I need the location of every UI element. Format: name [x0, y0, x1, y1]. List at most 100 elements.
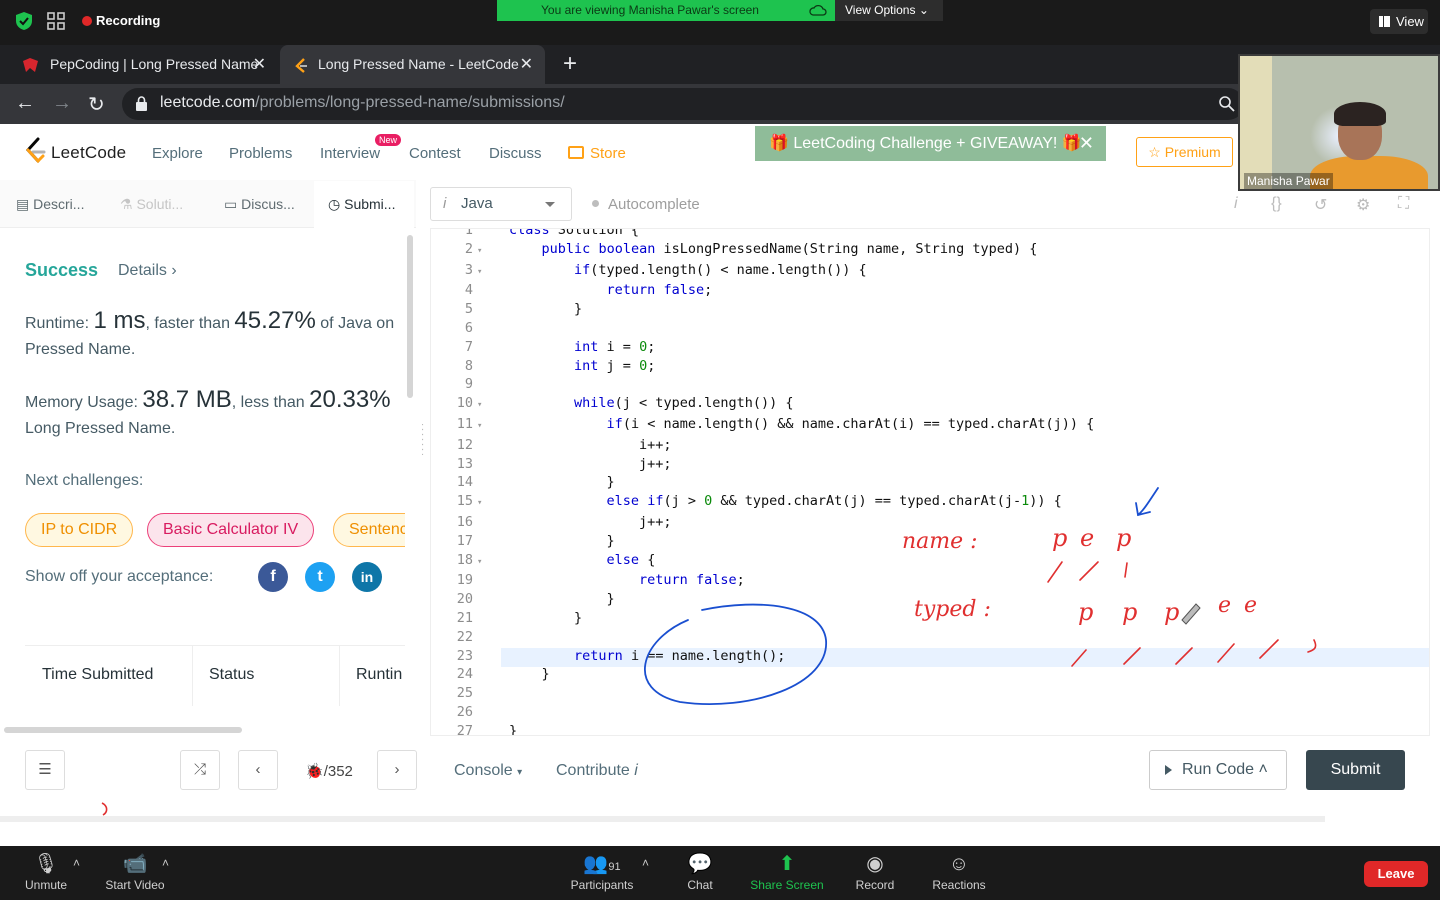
shuffle-icon[interactable]: ⤮ — [180, 750, 220, 790]
premium-button[interactable]: ☆ Premium — [1136, 137, 1233, 167]
chevron-up-icon[interactable]: ˄ — [642, 856, 649, 870]
leave-button[interactable]: Leave — [1364, 861, 1428, 887]
tab-solution[interactable]: ⚗ Soluti... — [120, 196, 183, 213]
next-problem-icon[interactable]: › — [377, 750, 417, 790]
zoom-magnifier-icon[interactable] — [1218, 95, 1235, 112]
vertical-scrollbar[interactable] — [407, 235, 413, 398]
nav-store[interactable]: Store — [568, 145, 626, 162]
fold-arrow-icon[interactable]: ▾ — [477, 263, 509, 282]
leetcode-favicon-icon — [295, 58, 307, 73]
twitter-icon[interactable]: t — [305, 562, 335, 592]
nav-contest[interactable]: Contest — [409, 145, 461, 162]
language-select[interactable]: i Java — [430, 187, 572, 221]
code-line: 8 int j = 0; — [431, 357, 1094, 376]
record-button[interactable]: ◉ Record — [852, 850, 898, 892]
nav-interview[interactable]: Interview — [320, 145, 380, 162]
fold-arrow-icon[interactable]: ▾ — [477, 553, 509, 572]
autocomplete-toggle[interactable]: Autocomplete — [592, 196, 700, 213]
info-icon[interactable]: i — [1234, 195, 1238, 213]
code-line: 21 } — [431, 609, 1094, 628]
console-button[interactable]: Console ▾ — [454, 762, 522, 780]
url-domain: leetcode.com — [160, 94, 256, 111]
horizontal-scrollbar[interactable] — [4, 727, 242, 733]
share-screen-button[interactable]: ⬆ Share Screen — [746, 850, 828, 892]
code-lines: 1 class Solution {2 ▾ public boolean isLon… — [431, 229, 1094, 735]
view-options-button[interactable]: View Options ⌄ — [835, 0, 943, 21]
table-header: Status — [209, 666, 255, 683]
line-number: 14 — [456, 474, 473, 491]
line-number: 6 — [464, 319, 473, 336]
language-value: Java — [461, 195, 493, 212]
code-text: return i == name.length(); — [574, 647, 786, 664]
previous-problem-icon[interactable]: ‹ — [238, 750, 278, 790]
chevron-up-icon[interactable]: ˄ — [162, 856, 169, 870]
new-tab-plus-icon[interactable]: + — [563, 50, 577, 78]
recording-dot-icon — [82, 16, 92, 26]
tab-description[interactable]: ▤ Descri... — [16, 196, 84, 213]
zoom-meeting-controls — [0, 846, 1440, 900]
fold-arrow-icon[interactable]: ▾ — [477, 396, 509, 415]
security-shield-icon[interactable] — [14, 11, 34, 31]
submit-button[interactable]: Submit — [1306, 750, 1405, 790]
forward-arrow-icon[interactable]: → — [52, 92, 72, 115]
settings-gear-icon[interactable]: ⚙ — [1356, 195, 1370, 215]
back-arrow-icon[interactable]: ← — [15, 92, 35, 115]
unmute-button[interactable]: 🎙 Unmute — [18, 850, 74, 892]
new-badge: New — [375, 134, 402, 146]
presenter-name: Manisha Pawar — [1244, 173, 1333, 189]
leetcode-brand[interactable]: LeetCode — [51, 143, 126, 163]
challenge-pill[interactable]: Sentenc — [333, 513, 405, 547]
reactions-button[interactable]: ☺ Reactions — [928, 850, 990, 892]
reload-icon[interactable]: ↻ — [88, 92, 105, 117]
close-tab-icon[interactable]: ✕ — [520, 45, 533, 84]
chat-button[interactable]: 💬 Chat — [680, 850, 720, 892]
code-line: 15 ▾ else if(j > 0 && typed.charAt(j) == … — [431, 492, 1094, 513]
runtime-stat: Runtime: 1 ms, faster than 45.27% of Jav… — [25, 308, 405, 363]
fold-arrow-icon[interactable]: ▾ — [477, 494, 509, 513]
url-text[interactable]: leetcode.com/problems/long-pressed-name/… — [160, 94, 565, 112]
braces-icon[interactable]: {} — [1271, 195, 1282, 213]
code-editor[interactable]: 1 class Solution {2 ▾ public boolean isLon… — [430, 228, 1430, 736]
presenter-video-thumbnail[interactable]: Manisha Pawar — [1238, 54, 1440, 191]
close-tab-icon[interactable]: ✕ — [253, 45, 266, 84]
view-button[interactable]: View — [1370, 9, 1428, 34]
nav-problems[interactable]: Problems — [229, 145, 292, 162]
challenge-pill[interactable]: Basic Calculator IV — [147, 513, 315, 547]
challenge-banner-text: 🎁 LeetCoding Challenge + GIVEAWAY! 🎁 — [769, 135, 1082, 152]
challenge-banner[interactable]: 🎁 LeetCoding Challenge + GIVEAWAY! 🎁 ✕ — [755, 126, 1106, 161]
tab-submissions[interactable]: ◷ Submi... — [328, 196, 395, 213]
line-number: 22 — [456, 628, 473, 645]
problem-list-icon[interactable]: ☰ — [25, 750, 65, 790]
contribute-button[interactable]: Contribute i — [556, 762, 638, 780]
code-text: int j = 0; — [574, 357, 656, 374]
line-number: 3 — [464, 261, 473, 278]
line-number: 12 — [456, 436, 473, 453]
nav-discuss[interactable]: Discuss — [489, 145, 542, 162]
fullscreen-icon[interactable]: ⛶ — [1398, 195, 1409, 213]
code-text: return false; — [639, 572, 745, 589]
mic-muted-icon: 🎙 — [33, 853, 59, 875]
browser-tab-pepcoding[interactable]: PepCoding | Long Pressed Name ✕ — [0, 45, 278, 84]
close-banner-icon[interactable]: ✕ — [1079, 126, 1094, 161]
participants-button[interactable]: 👥91 Participants — [564, 850, 640, 892]
challenge-pill[interactable]: IP to CIDR — [25, 513, 134, 547]
browser-tab-leetcode[interactable]: Long Pressed Name - LeetCode ✕ — [280, 45, 545, 84]
fold-arrow-icon[interactable]: ▾ — [477, 242, 509, 261]
participants-icon: 👥91 — [583, 853, 621, 875]
run-code-button[interactable]: Run Code ˄ — [1149, 750, 1287, 790]
gallery-grid-icon[interactable] — [47, 12, 65, 30]
facebook-icon[interactable]: f — [258, 562, 288, 592]
code-line: 3 ▾ if(typed.length() < name.length()) { — [431, 261, 1094, 282]
viewing-banner-text: You are viewing Manisha Pawar's screen — [541, 3, 759, 17]
fold-arrow-icon[interactable]: ▾ — [477, 417, 509, 436]
panel-resize-handle[interactable]: :::::: — [421, 422, 424, 458]
leetcode-logo-icon[interactable] — [24, 137, 46, 165]
nav-explore[interactable]: Explore — [152, 145, 203, 162]
start-video-button[interactable]: 📹 Start Video — [100, 850, 170, 892]
chevron-up-icon[interactable]: ˄ — [73, 856, 80, 870]
reset-icon[interactable]: ↺ — [1314, 195, 1327, 215]
code-text: public boolean isLongPressedName(String … — [541, 240, 1038, 257]
details-link[interactable]: Details › — [118, 262, 177, 280]
linkedin-icon[interactable]: in — [352, 562, 382, 592]
tab-discuss[interactable]: ▭ Discus... — [224, 196, 295, 213]
